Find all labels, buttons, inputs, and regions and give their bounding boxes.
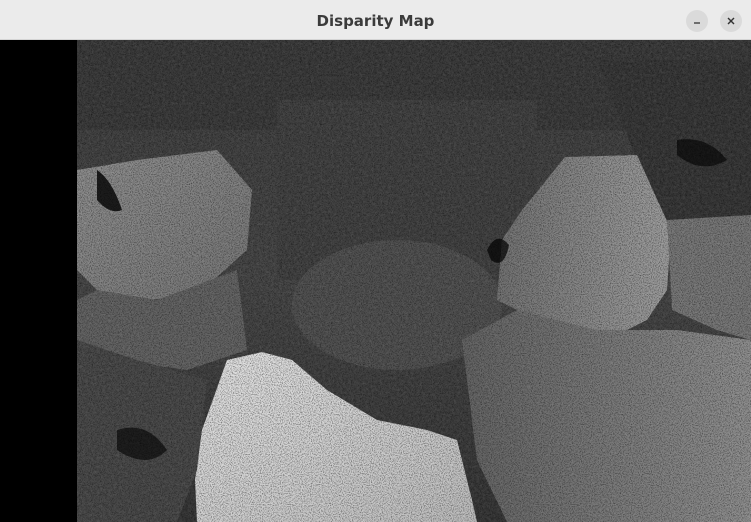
app-window: Disparity Map xyxy=(0,0,751,522)
window-title: Disparity Map xyxy=(316,12,435,30)
minimize-icon xyxy=(694,22,700,24)
image-viewport xyxy=(0,40,751,522)
minimize-button[interactable] xyxy=(686,10,708,32)
title-bar[interactable]: Disparity Map xyxy=(0,0,751,40)
close-icon xyxy=(727,17,735,25)
close-button[interactable] xyxy=(720,10,742,32)
disparity-map-image xyxy=(77,40,751,522)
